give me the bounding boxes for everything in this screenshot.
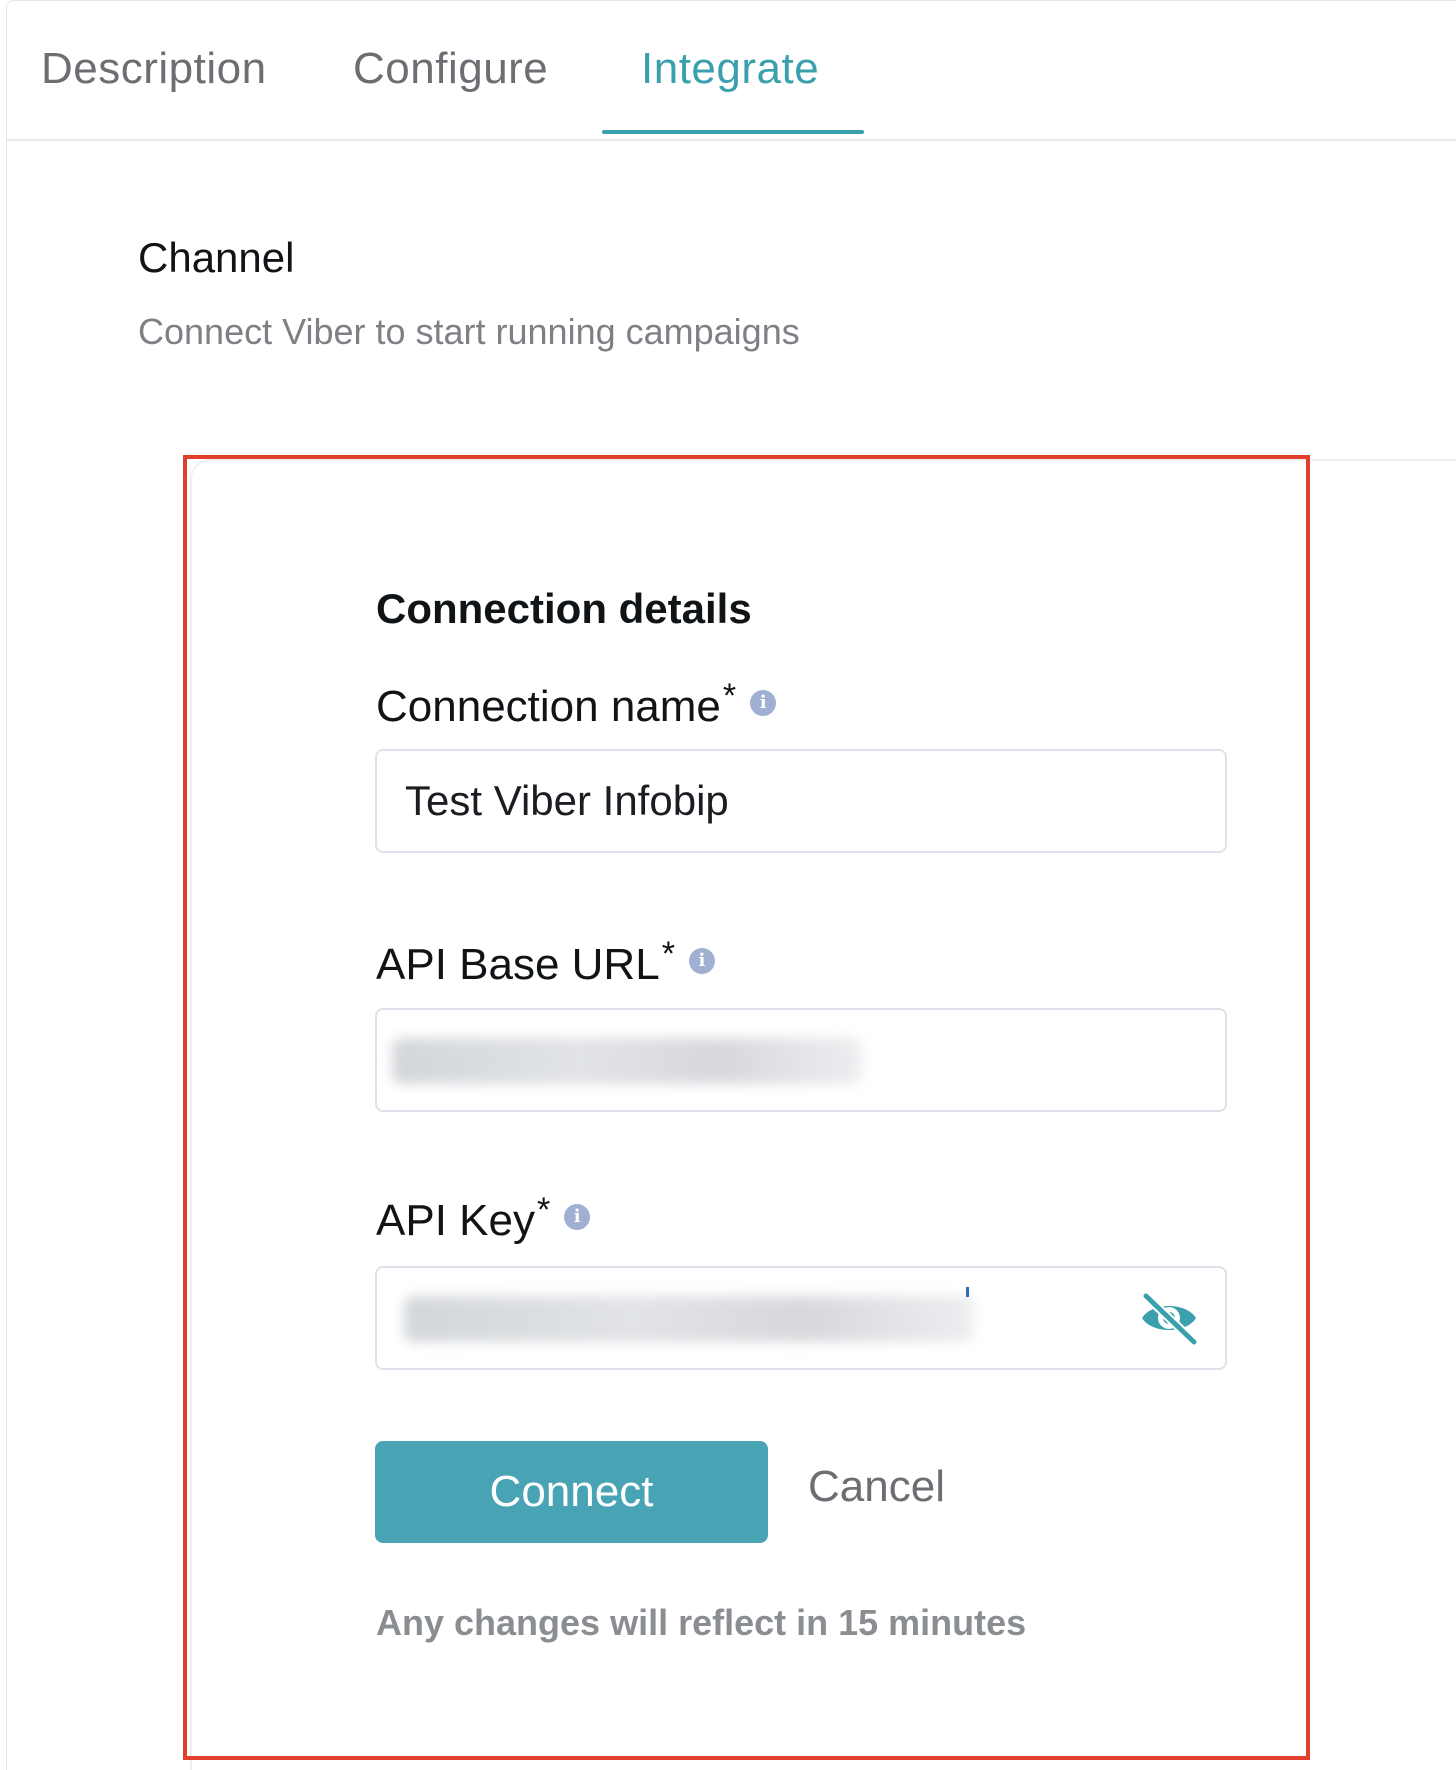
text-cursor bbox=[966, 1287, 969, 1297]
api-base-url-label-text: API Base URL bbox=[376, 940, 660, 989]
api-key-label: API Key* i bbox=[376, 1191, 591, 1246]
info-icon[interactable]: i bbox=[564, 1204, 591, 1231]
connection-name-label-text: Connection name bbox=[376, 682, 721, 731]
section-title: Channel bbox=[138, 234, 295, 281]
page: Description Configure Integrate Channel … bbox=[0, 0, 1456, 1770]
info-note: Any changes will reflect in 15 minutes bbox=[376, 1602, 1027, 1643]
api-base-url-label: API Base URL* i bbox=[376, 935, 715, 990]
cancel-button[interactable]: Cancel bbox=[808, 1462, 945, 1512]
tab-description[interactable]: Description bbox=[41, 44, 267, 94]
eye-slash-icon[interactable] bbox=[1136, 1290, 1202, 1347]
info-icon[interactable]: i bbox=[750, 690, 777, 717]
required-mark: * bbox=[722, 677, 737, 715]
active-tab-indicator bbox=[602, 130, 864, 134]
tab-integrate[interactable]: Integrate bbox=[641, 44, 819, 94]
redacted-url-value bbox=[392, 1038, 862, 1084]
connection-name-input[interactable] bbox=[375, 749, 1227, 853]
card-title: Connection details bbox=[376, 585, 752, 632]
connection-name-label: Connection name* i bbox=[376, 677, 777, 732]
redacted-key-value bbox=[404, 1296, 974, 1342]
connection-card bbox=[190, 459, 1456, 1770]
tab-configure[interactable]: Configure bbox=[353, 44, 548, 94]
connect-button[interactable]: Connect bbox=[375, 1441, 768, 1543]
api-key-label-text: API Key bbox=[376, 1196, 535, 1245]
info-icon[interactable]: i bbox=[688, 948, 715, 975]
required-mark: * bbox=[661, 935, 675, 973]
required-mark: * bbox=[536, 1191, 551, 1229]
section-subtitle: Connect Viber to start running campaigns bbox=[138, 311, 800, 352]
